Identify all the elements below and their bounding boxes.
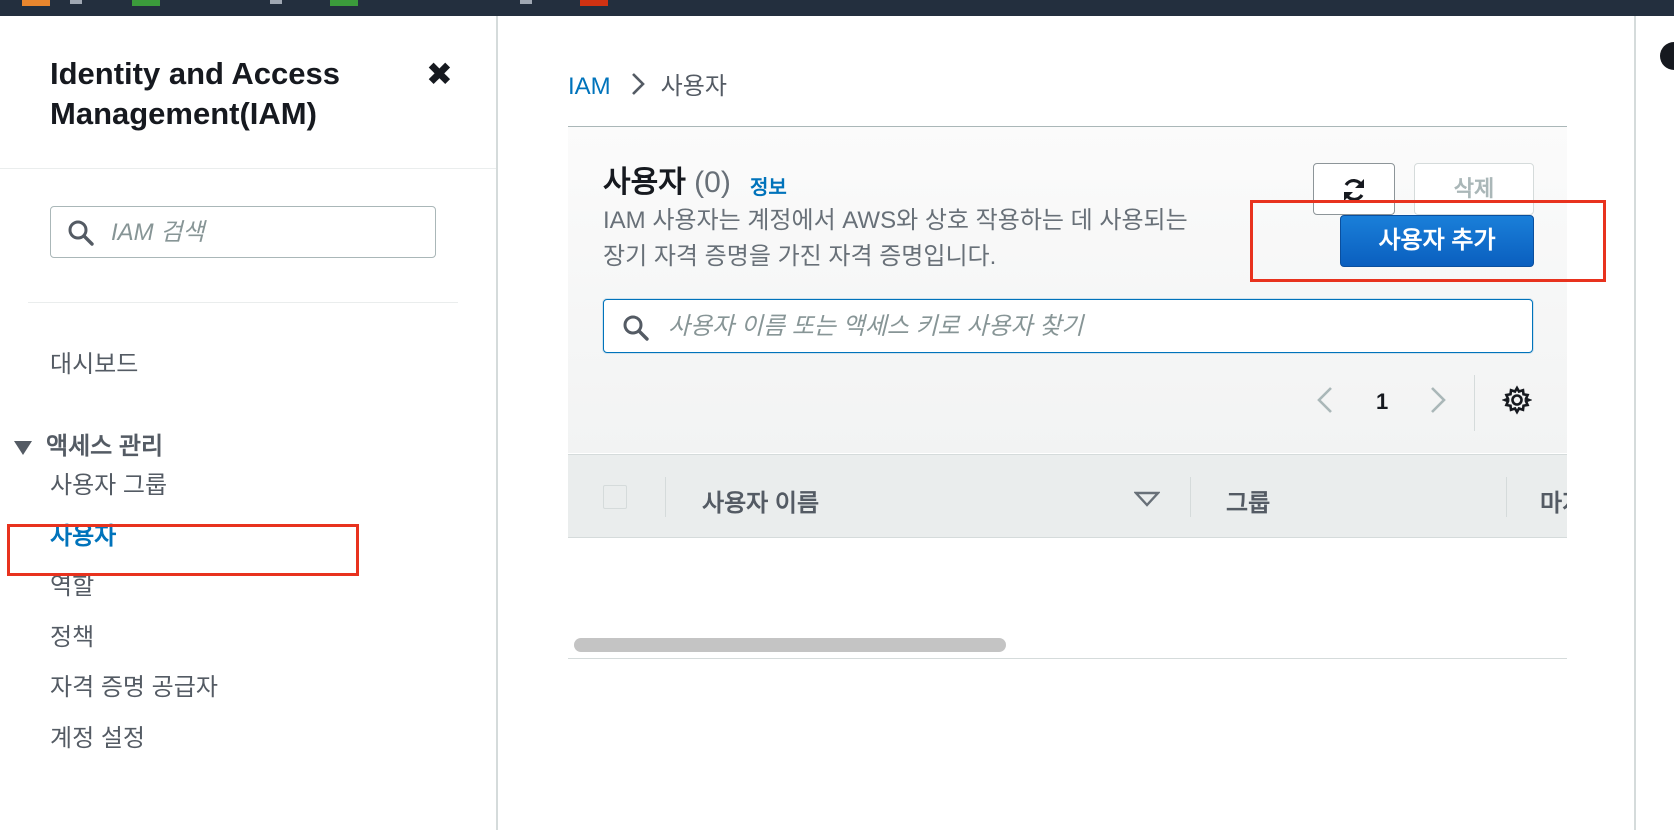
caret-down-icon <box>14 440 32 455</box>
table-body <box>568 538 1567 631</box>
scrollbar-thumb[interactable] <box>574 638 1006 652</box>
tab-title-fragment <box>520 0 532 4</box>
sidebar-search-input[interactable] <box>109 215 423 251</box>
sidebar-section-label: 액세스 관리 <box>46 433 164 460</box>
sidebar-item-users[interactable]: 사용자 <box>50 516 116 551</box>
column-divider <box>1190 477 1191 517</box>
search-icon <box>623 315 649 341</box>
column-divider <box>1506 477 1507 517</box>
delete-button[interactable]: 삭제 <box>1414 163 1534 215</box>
sidebar-item-user-groups[interactable]: 사용자 그룹 <box>50 465 167 500</box>
divider <box>1634 16 1636 830</box>
sidebar-item-policies[interactable]: 정책 <box>50 617 94 652</box>
tab-favicon[interactable] <box>330 0 358 6</box>
user-search[interactable] <box>603 299 1533 353</box>
column-header-groups[interactable]: 그룹 <box>1226 483 1270 518</box>
gear-icon[interactable] <box>1502 385 1532 415</box>
table-header: 사용자 이름 그룹 마지 <box>568 454 1567 538</box>
panel-title: 사용자 (0) <box>603 157 731 201</box>
column-header-user-name[interactable]: 사용자 이름 <box>702 483 819 518</box>
sidebar-item-account-settings[interactable]: 계정 설정 <box>50 718 145 753</box>
close-icon[interactable]: ✖ <box>426 58 453 90</box>
sidebar-item-identity-providers[interactable]: 자격 증명 공급자 <box>50 667 218 702</box>
refresh-button[interactable] <box>1313 163 1395 215</box>
horizontal-scrollbar[interactable] <box>568 630 1567 659</box>
panel-title-text: 사용자 <box>603 166 686 199</box>
divider <box>28 302 458 303</box>
tab-favicon[interactable] <box>22 0 50 6</box>
add-user-button[interactable]: 사용자 추가 <box>1340 215 1534 267</box>
breadcrumb-current: 사용자 <box>660 73 727 100</box>
panel-description: IAM 사용자는 계정에서 AWS와 상호 작용하는 데 사용되는 장기 자격 … <box>603 207 1188 270</box>
divider <box>1474 375 1475 431</box>
sidebar-section-access-management[interactable]: 액세스 관리 <box>14 426 163 461</box>
breadcrumb-link-iam[interactable]: IAM <box>568 73 611 100</box>
panel-header: 사용자 (0) 정보 IAM 사용자는 계정에서 AWS와 상호 작용하는 데 … <box>568 127 1567 453</box>
chevron-right-icon[interactable] <box>1428 385 1448 415</box>
column-divider <box>665 477 666 517</box>
breadcrumb: IAM 사용자 <box>568 66 727 101</box>
page-number[interactable]: 1 <box>1376 389 1388 415</box>
tab-favicon[interactable] <box>580 0 608 6</box>
users-panel: 사용자 (0) 정보 IAM 사용자는 계정에서 AWS와 상호 작용하는 데 … <box>568 126 1567 659</box>
chevron-left-icon[interactable] <box>1315 385 1335 415</box>
sidebar-item-dashboard[interactable]: 대시보드 <box>50 344 138 379</box>
search-icon <box>68 220 94 246</box>
chevron-right-icon <box>631 73 645 95</box>
tab-title-fragment <box>270 0 282 4</box>
sidebar-item-roles[interactable]: 역할 <box>50 566 94 601</box>
refresh-icon <box>1344 179 1364 201</box>
divider <box>0 168 496 169</box>
tab-favicon[interactable] <box>132 0 160 6</box>
info-link[interactable]: 정보 <box>750 171 787 200</box>
info-icon[interactable] <box>1660 42 1674 70</box>
sidebar-title: Identity and Access Management(IAM) <box>50 56 341 131</box>
sidebar-search[interactable] <box>50 206 436 258</box>
tab-title-fragment <box>70 0 82 4</box>
select-all-checkbox[interactable] <box>603 485 627 509</box>
user-search-input[interactable] <box>666 308 1520 346</box>
sidebar: Identity and Access Management(IAM) ✖ 대시… <box>0 16 498 830</box>
sort-down-icon[interactable] <box>1134 491 1160 507</box>
user-count: (0) <box>694 166 731 199</box>
column-header-last-activity[interactable]: 마지 <box>1540 483 1567 518</box>
browser-tab-strip <box>0 0 1674 16</box>
